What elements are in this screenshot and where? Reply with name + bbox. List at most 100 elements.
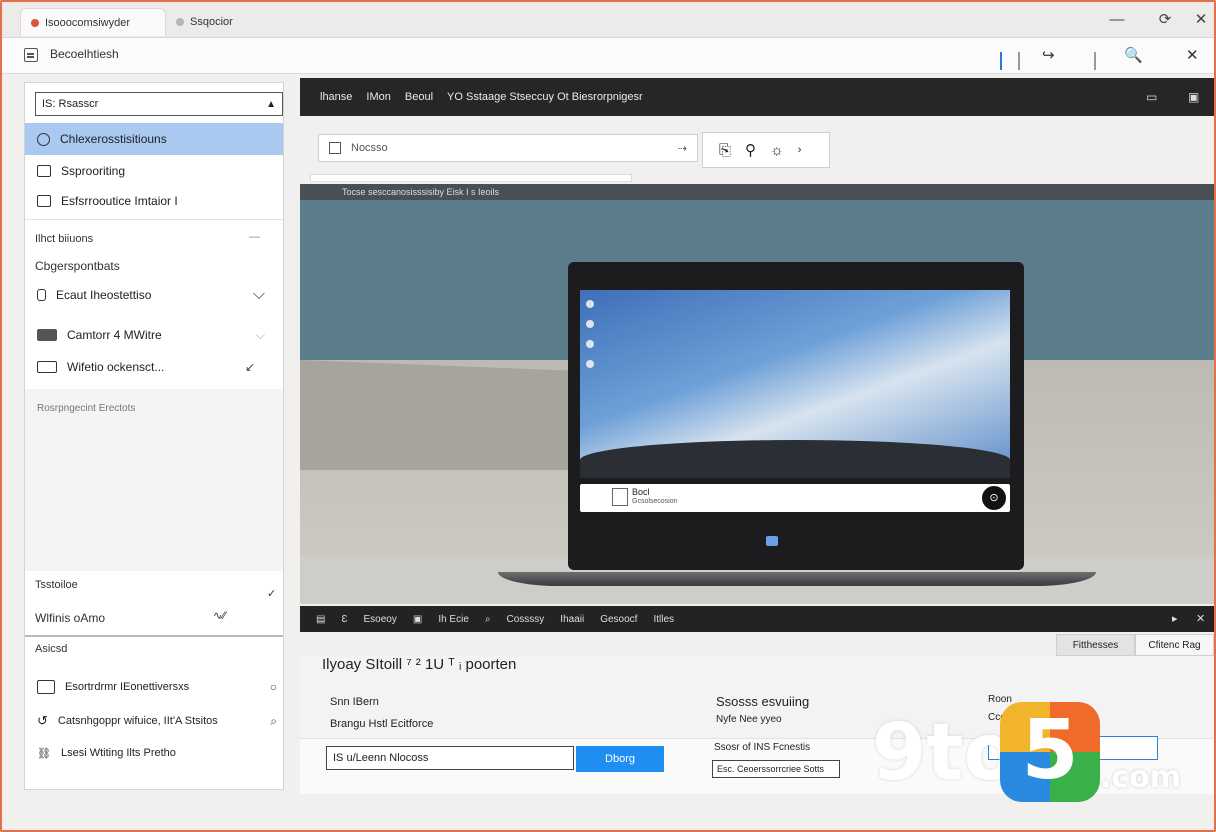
tab-favicon-icon bbox=[176, 18, 184, 26]
settings-icon bbox=[37, 195, 51, 207]
topbar-item[interactable]: Beoul bbox=[405, 91, 433, 103]
close-icon[interactable]: ✕ bbox=[1196, 612, 1205, 625]
laptop-screen bbox=[580, 290, 1010, 478]
hero-image: Tocse sesccanosisssisiby Eisk I s Ieoils… bbox=[300, 184, 1214, 604]
section-meta: — bbox=[249, 231, 260, 243]
menu-icon[interactable]: ▭ bbox=[1146, 90, 1157, 104]
list-item-label: Esortrdrmr IEonettiversxs bbox=[65, 681, 190, 693]
primary-button[interactable]: Dborg bbox=[576, 746, 664, 772]
laptop-top-icons bbox=[580, 274, 1010, 284]
watermark-text: 9to bbox=[872, 708, 1018, 798]
close-button[interactable]: ✕ bbox=[1190, 10, 1212, 30]
pin-icon[interactable]: ↪ bbox=[1042, 48, 1055, 64]
toolbar-item[interactable]: Esoeoy bbox=[364, 614, 397, 625]
sidebar-item-label: Ecaut Iheostettiso bbox=[56, 288, 152, 302]
main-panel: lhanse IMon Beoul YO Sstaage Stseccuy Ot… bbox=[300, 78, 1214, 794]
sidebar-item[interactable]: Ssprooriting bbox=[25, 155, 283, 187]
sidebar-subitem[interactable]: Camtorr 4 MWitre ⌵ bbox=[25, 319, 283, 351]
field-label: Brangu Hstl Ecitforce bbox=[330, 718, 434, 730]
logo-icon: 5 bbox=[1000, 702, 1100, 802]
topbar-item[interactable]: lhanse bbox=[320, 91, 352, 103]
link-icon: ⛓ bbox=[37, 747, 51, 760]
refresh-icon: ↺ bbox=[37, 713, 48, 728]
restore-button[interactable]: ⟳ bbox=[1154, 10, 1176, 30]
content-search-input[interactable]: Nocsso ⇢ bbox=[318, 134, 698, 162]
sidebar-search-input[interactable]: IS: Rsasscr ▲ bbox=[35, 92, 283, 116]
chevron-right-icon[interactable]: › bbox=[798, 144, 802, 156]
sidebar-item-selected[interactable]: Chlexerosstisitiouns bbox=[25, 123, 283, 155]
share-icon[interactable]: ⚲ bbox=[745, 141, 756, 159]
search-prefix: IS: bbox=[42, 98, 56, 110]
thumbnail-icon bbox=[612, 488, 628, 506]
camera-icon[interactable]: ⎘ bbox=[719, 142, 731, 159]
panel-heading: Ilyoay SItoill ⁷ ² 1U ᵀ ᵢ poorten bbox=[322, 656, 517, 673]
text-input[interactable]: Esc. Ceoerssorrcriee Sotts bbox=[712, 760, 840, 778]
toolbar-item[interactable]: Ihaaii bbox=[560, 614, 584, 625]
laptop: Bocl Gcsolsecosion ⊙ bbox=[568, 262, 1024, 570]
close-panel-icon[interactable]: ✕ bbox=[1186, 48, 1199, 64]
toolbar-item[interactable]: Cossssy bbox=[507, 614, 545, 625]
topbar-item[interactable]: YO Sstaage Stseccuy Ot Biesrorpnigesr bbox=[447, 91, 643, 103]
toolbar-item[interactable]: Gesoocf bbox=[600, 614, 637, 625]
muted-text: Rosrpngecint Erectots bbox=[37, 403, 136, 414]
topbar-item[interactable]: IMon bbox=[366, 91, 390, 103]
minimize-button[interactable]: — bbox=[1106, 10, 1128, 30]
search-icon[interactable]: ⌕ bbox=[270, 714, 277, 729]
image-caption: Tocse sesccanosisssisiby Eisk I s Ieoils bbox=[300, 184, 1214, 200]
list-item[interactable]: ↺ Catsnhgoppr wifuice, IIt'A Stsitos ⌕ bbox=[25, 705, 283, 737]
media-toolbar: ▤ Ɛ Esoeoy ▣ Ih Ecie ⌕ Cossssy Ihaaii Ge… bbox=[300, 606, 1214, 632]
panel-title: Bocl bbox=[632, 487, 650, 497]
tab-inactive[interactable]: Ssqocior bbox=[166, 8, 242, 36]
arrow-icon[interactable]: ▸ bbox=[1172, 612, 1178, 625]
window-icon[interactable]: ▣ bbox=[1188, 90, 1199, 104]
tab-strip: Fitthesses Cfitenc Rag bbox=[1056, 634, 1214, 656]
chevron-down-icon[interactable]: ⌵ bbox=[253, 286, 265, 304]
list-item-label: Lsesi Wtiting Ilts Pretho bbox=[60, 747, 176, 759]
list-item[interactable]: Esortrdrmr IEonettiversxs ○ bbox=[25, 671, 283, 703]
search-icon[interactable]: 🔍 bbox=[1124, 48, 1143, 64]
text-icon[interactable]: Ɛ bbox=[341, 614, 347, 625]
app-window: Isooocomsiwyder Ssqocior — ⟳ ✕ Becoelhti… bbox=[0, 0, 1216, 832]
info-icon bbox=[37, 289, 46, 301]
wall-shadow bbox=[300, 360, 580, 470]
search-icon[interactable]: ⌕ bbox=[485, 614, 491, 625]
tab-label: Ssqocior bbox=[190, 16, 233, 28]
camera-icon bbox=[37, 329, 57, 341]
section-heading: Ilhct biiuons bbox=[35, 233, 94, 245]
sidebar-subitem[interactable]: Wifetio ockensct... ↙ bbox=[25, 351, 283, 383]
check-icon[interactable]: ✓ bbox=[267, 587, 276, 600]
section-value: Wlfinis oAmo bbox=[35, 611, 106, 625]
toolbar-divider bbox=[1018, 52, 1020, 70]
sidebar-item-label: Esfsrrooutice Imtaior I bbox=[61, 194, 178, 208]
photo-icon[interactable]: ▣ bbox=[413, 614, 422, 625]
caret-icon: ▲ bbox=[266, 98, 276, 110]
checkbox-icon bbox=[329, 142, 341, 154]
tab-favicon-icon bbox=[31, 18, 39, 27]
toolbar-item[interactable]: Ih Ecie bbox=[438, 614, 469, 625]
sidebar-item[interactable]: Esfsrrooutice Imtaior I bbox=[25, 185, 283, 217]
circle-icon bbox=[37, 132, 50, 146]
sidebar-item-label: Wifetio ockensct... bbox=[67, 360, 165, 374]
circle-icon[interactable]: ○ bbox=[270, 680, 277, 694]
section-heading: Asicsd bbox=[35, 643, 68, 655]
check-icon[interactable]: ↙ bbox=[245, 360, 255, 374]
text-input[interactable]: IS u/Leenn Nlocoss bbox=[326, 746, 574, 770]
watermark-logo: 9to 5 .com bbox=[872, 702, 1202, 812]
search-placeholder: Nocsso bbox=[351, 142, 388, 154]
sidebar-subitem[interactable]: Ecaut Iheostettiso ⌵ bbox=[25, 279, 283, 311]
sidebar: IS: Rsasscr ▲ Chlexerosstisitiouns Sspro… bbox=[24, 82, 284, 790]
list-icon bbox=[37, 165, 51, 177]
picture-icon[interactable]: ▤ bbox=[316, 614, 325, 625]
group-label: Cbgerspontbats bbox=[35, 259, 120, 273]
address-text[interactable]: Becoelhtiesh bbox=[50, 47, 119, 61]
list-item[interactable]: ⛓ Lsesi Wtiting Ilts Pretho bbox=[25, 737, 283, 769]
chevron-down-icon[interactable]: ⌵ bbox=[256, 328, 265, 343]
toolbar-item[interactable]: Itlles bbox=[653, 614, 674, 625]
tab-features[interactable]: Fitthesses bbox=[1056, 634, 1135, 656]
field-label: Nyfe Nee yyeo bbox=[716, 714, 782, 725]
action-icon: ⊙ bbox=[982, 486, 1006, 510]
eye-icon[interactable]: ☼ bbox=[770, 142, 784, 159]
tab-active[interactable]: Isooocomsiwyder bbox=[20, 8, 166, 36]
tab-content[interactable]: Cfitenc Rag bbox=[1135, 634, 1214, 656]
sidebar-item-label: Camtorr 4 MWitre bbox=[67, 328, 162, 342]
